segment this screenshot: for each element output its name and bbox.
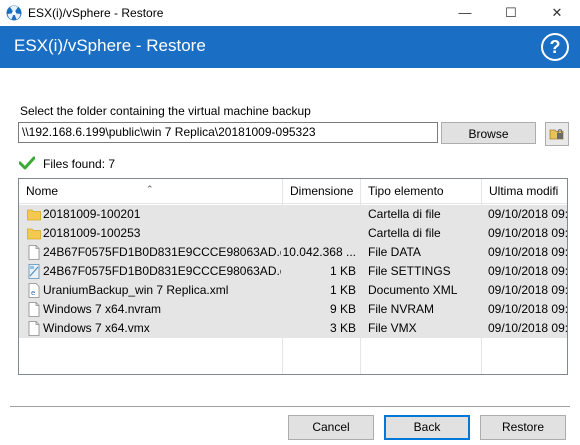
help-button[interactable]: ? (541, 33, 569, 61)
file-size: 9 KB (329, 302, 356, 316)
file-name: 20181009-100253 (43, 226, 141, 240)
minimize-button[interactable]: — (442, 0, 488, 26)
file-name: 20181009-100201 (43, 207, 141, 221)
table-row[interactable]: Windows 7 x64.vmx 3 KB File VMX 09/10/20… (19, 319, 568, 338)
file-name: Windows 7 x64.nvram (43, 302, 162, 316)
column-header-size[interactable]: Dimensione (283, 179, 361, 203)
file-size: 3 KB (329, 321, 356, 335)
xml-file-icon: e (28, 283, 40, 298)
maximize-button[interactable]: ☐ (488, 0, 534, 26)
file-icon (28, 302, 40, 317)
file-icon (28, 245, 40, 260)
folder-lock-icon (549, 129, 564, 140)
table-header: Nome ⌃ Dimensione Tipo elemento Ultima m… (19, 179, 567, 204)
dialog-header: ESX(i)/vSphere - Restore ? (0, 26, 580, 68)
file-type: File SETTINGS (368, 264, 451, 278)
file-size: 10.042.368 ... (282, 245, 356, 259)
folder-icon (27, 209, 41, 221)
window-titlebar: ESX(i)/vSphere - Restore — ☐ ✕ (0, 0, 580, 26)
file-size: 1 KB (329, 264, 356, 278)
back-button[interactable]: Back (384, 415, 470, 440)
table-row[interactable]: e UraniumBackup_win 7 Replica.xml 1 KB D… (19, 281, 568, 300)
file-name: UraniumBackup_win 7 Replica.xml (43, 283, 229, 297)
window-title: ESX(i)/vSphere - Restore (28, 6, 164, 20)
column-header-modified[interactable]: Ultima modifi (482, 179, 567, 203)
file-type: File NVRAM (368, 302, 435, 316)
file-type: Cartella di file (368, 226, 441, 240)
file-icon (28, 321, 40, 336)
folder-icon (27, 228, 41, 240)
files-found-status: Files found: 7 (43, 157, 116, 171)
file-name: 24B67F0575FD1B0D831E9CCCE98063AD.data (43, 245, 281, 259)
table-row[interactable]: 24B67F0575FD1B0D831E9CCCE98063AD.da... 1… (19, 262, 568, 281)
backup-path-input[interactable]: \\192.168.6.199\public\win 7 Replica\201… (18, 122, 438, 143)
file-list-table: Nome ⌃ Dimensione Tipo elemento Ultima m… (18, 178, 568, 375)
checkmark-icon (19, 156, 35, 170)
browse-button[interactable]: Browse (441, 122, 536, 144)
file-type: Cartella di file (368, 207, 441, 221)
open-folder-button[interactable] (545, 122, 569, 146)
file-type: File VMX (368, 321, 417, 335)
restore-button[interactable]: Restore (480, 415, 566, 440)
table-row[interactable]: 24B67F0575FD1B0D831E9CCCE98063AD.data 10… (19, 243, 568, 262)
settings-file-icon (28, 264, 40, 279)
dialog-title: ESX(i)/vSphere - Restore (14, 36, 206, 55)
file-type: File DATA (368, 245, 421, 259)
file-type: Documento XML (368, 283, 458, 297)
column-header-name[interactable]: Nome ⌃ (19, 179, 283, 203)
file-name: Windows 7 x64.vmx (43, 321, 150, 335)
file-modified: 09/10/2018 09: (488, 302, 568, 316)
file-size (282, 205, 356, 224)
folder-prompt-label: Select the folder containing the virtual… (20, 104, 311, 118)
file-modified: 09/10/2018 09: (488, 245, 568, 259)
sort-ascending-icon: ⌃ (146, 184, 154, 194)
file-size: 1 KB (329, 283, 356, 297)
file-modified: 09/10/2018 09: (488, 226, 568, 240)
svg-text:e: e (31, 289, 35, 297)
table-row[interactable]: Windows 7 x64.nvram 9 KB File NVRAM 09/1… (19, 300, 568, 319)
file-modified: 09/10/2018 09: (488, 207, 568, 221)
footer-divider (10, 406, 570, 407)
column-header-type[interactable]: Tipo elemento (361, 179, 482, 203)
file-modified: 09/10/2018 09: (488, 264, 568, 278)
file-modified: 09/10/2018 09: (488, 283, 568, 297)
file-modified: 09/10/2018 09: (488, 321, 568, 335)
close-button[interactable]: ✕ (534, 0, 580, 26)
table-row[interactable]: 20181009-100253 Cartella di file 09/10/2… (19, 224, 568, 243)
cancel-button[interactable]: Cancel (288, 415, 374, 440)
app-logo-icon (6, 5, 22, 21)
column-label-name: Nome (26, 184, 59, 198)
file-name: 24B67F0575FD1B0D831E9CCCE98063AD.da... (43, 264, 281, 278)
file-size (282, 224, 356, 243)
table-row[interactable]: 20181009-100201 Cartella di file 09/10/2… (19, 205, 568, 224)
